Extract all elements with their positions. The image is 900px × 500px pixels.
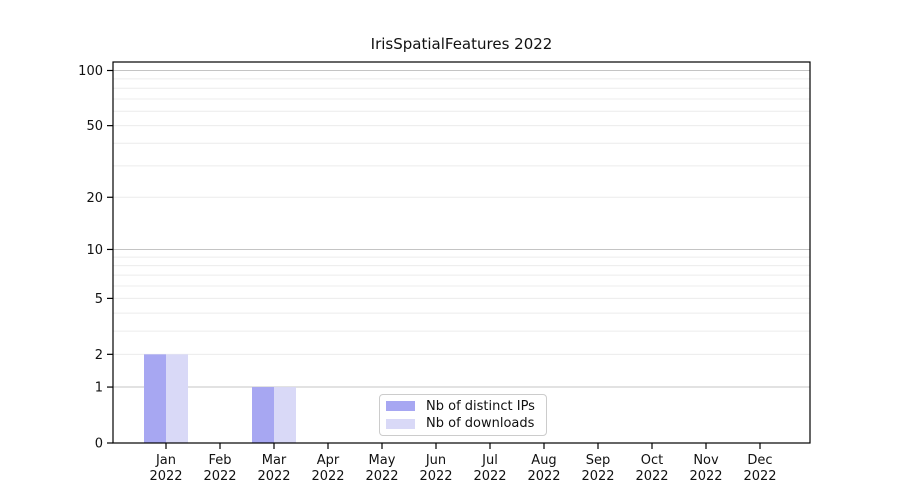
bar-jan-series0: [144, 354, 166, 443]
y-tick-label: 1: [95, 381, 103, 396]
x-tick-label-month: Apr: [317, 453, 340, 468]
x-tick-label-year: 2022: [149, 469, 182, 484]
x-tick-label-year: 2022: [689, 469, 722, 484]
y-tick-label: 5: [95, 292, 103, 307]
bar-jan-series1: [166, 354, 188, 443]
x-tick-label-year: 2022: [635, 469, 668, 484]
x-tick-label-year: 2022: [581, 469, 614, 484]
plot-border: [112, 61, 811, 444]
legend-label-downloads: Nb of downloads: [426, 416, 535, 432]
x-tick-label-month: Oct: [641, 453, 663, 468]
legend-label-distinct-ips: Nb of distinct IPs: [426, 398, 535, 414]
x-tick-label-year: 2022: [257, 469, 290, 484]
x-tick-label-month: Sep: [586, 453, 611, 468]
y-tick-label: 100: [78, 64, 103, 79]
x-tick-label-year: 2022: [419, 469, 452, 484]
x-tick-label-month: Jul: [481, 453, 498, 468]
x-tick-label-month: Feb: [208, 453, 231, 468]
x-tick-label-year: 2022: [743, 469, 776, 484]
legend-swatch-downloads-icon: [386, 418, 415, 429]
bar-mar-series1: [274, 387, 296, 443]
legend: Nb of distinct IPs Nb of downloads: [379, 394, 547, 436]
y-tick-label: 20: [86, 191, 103, 206]
legend-item-distinct-ips: Nb of distinct IPs: [380, 398, 546, 414]
y-tick-label: 10: [86, 243, 103, 258]
bar-mar-series0: [252, 387, 274, 443]
x-tick-label-year: 2022: [203, 469, 236, 484]
x-tick-label-year: 2022: [365, 469, 398, 484]
y-tick-label: 0: [95, 437, 103, 452]
x-tick-label-year: 2022: [473, 469, 506, 484]
x-tick-label-month: Jun: [425, 453, 446, 468]
x-tick-label-month: Mar: [262, 453, 287, 468]
x-tick-label-month: May: [369, 453, 396, 468]
x-tick-label-year: 2022: [311, 469, 344, 484]
x-tick-label-month: Jan: [155, 453, 176, 468]
x-tick-label-year: 2022: [527, 469, 560, 484]
y-tick-label: 50: [86, 119, 103, 134]
x-tick-label-month: Aug: [531, 453, 556, 468]
x-tick-label-month: Dec: [747, 453, 772, 468]
legend-swatch-distinct-ips-icon: [386, 401, 415, 412]
x-tick-label-month: Nov: [693, 453, 719, 468]
y-tick-label: 2: [95, 348, 103, 363]
chart-figure: IrisSpatialFeatures 2022 0 1 2 5 10 20 50 100 Ja…: [0, 0, 900, 500]
legend-item-downloads: Nb of downloads: [380, 416, 546, 432]
